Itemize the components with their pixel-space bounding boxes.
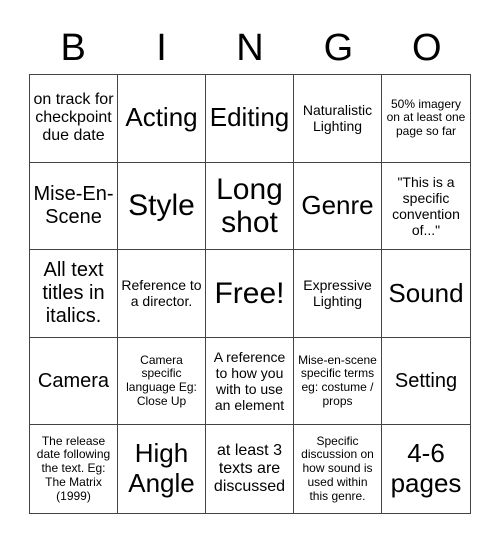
bingo-cell[interactable]: "This is a specific convention of..." [382,163,470,251]
bingo-cell[interactable]: Naturalistic Lighting [294,75,382,163]
bingo-cell[interactable]: Setting [382,338,470,426]
bingo-cell[interactable]: on track for checkpoint due date [30,75,118,163]
bingo-cell[interactable]: Mise-En-Scene [30,162,118,251]
bingo-cell[interactable]: 50% imagery on at least one page so far [382,75,470,163]
bingo-cell[interactable]: Sound [382,250,470,338]
bingo-cell[interactable]: at least 3 texts are discussed [206,425,294,513]
bingo-cell[interactable]: Camera specific language Eg: Close Up [118,337,206,426]
bingo-grid: on track for checkpoint due date Acting … [29,74,471,514]
free-space-cell[interactable]: Free! [206,250,294,338]
cell-text: Long shot [216,172,283,239]
cell-text: Sound [388,277,464,308]
bingo-cell[interactable]: Expressive Lighting [294,250,382,338]
cell-text: "This is a specific convention of..." [392,173,460,238]
cell-text: Specific discussion on how sound is used… [301,433,374,503]
cell-text: Free! [214,276,285,310]
header-letter-i: I [156,27,167,69]
cell-text: Editing [209,102,290,133]
cell-text: 50% imagery on at least one page so far [386,96,466,139]
cell-text: Acting [125,102,198,133]
bingo-cell[interactable]: Editing [206,75,294,163]
bingo-cell[interactable]: Mise-en-scene specific terms eg: costume… [294,337,382,426]
bingo-cell[interactable]: Specific discussion on how sound is used… [294,425,382,513]
cell-text: 4-6 pages [390,438,462,499]
cell-text: Camera [37,369,110,392]
bingo-cell[interactable]: Genre [294,162,382,251]
header-letter-o: O [411,27,442,69]
cell-text: Expressive Lighting [303,277,372,310]
bingo-cell[interactable]: Camera [30,337,118,426]
cell-text: A reference to how you with to use an el… [213,348,286,414]
cell-text: All text titles in italics. [42,258,105,327]
cell-text: Setting [394,369,458,392]
cell-text: on track for checkpoint due date [33,90,114,145]
bingo-cell[interactable]: Style [118,162,206,251]
cell-text: The release date following the text. Eg:… [36,433,111,503]
cell-text: Reference to a director. [121,277,202,310]
cell-text: Style [128,189,195,223]
bingo-cell[interactable]: A reference to how you with to use an el… [206,337,294,426]
bingo-cell[interactable]: High Angle [118,425,206,513]
bingo-cell[interactable]: Acting [118,75,206,163]
cell-text: Mise-en-scene specific terms eg: costume… [298,352,377,408]
header-letter-b: B [60,27,86,69]
cell-text: Genre [301,189,374,220]
bingo-header: B I N G O [29,22,471,74]
bingo-cell[interactable]: 4-6 pages [382,425,470,513]
cell-text: Camera specific language Eg: Close Up [126,352,197,408]
bingo-cell[interactable]: Long shot [206,162,294,251]
bingo-cell[interactable]: Reference to a director. [118,250,206,338]
header-letter-n: N [236,27,264,69]
bingo-cell[interactable]: The release date following the text. Eg:… [30,425,118,513]
bingo-cell[interactable]: All text titles in italics. [30,250,118,338]
cell-text: at least 3 texts are discussed [213,441,286,496]
cell-text: High Angle [128,438,195,499]
cell-text: Mise-En-Scene [33,182,114,228]
header-letter-g: G [323,27,354,69]
cell-text: Naturalistic Lighting [302,102,373,135]
